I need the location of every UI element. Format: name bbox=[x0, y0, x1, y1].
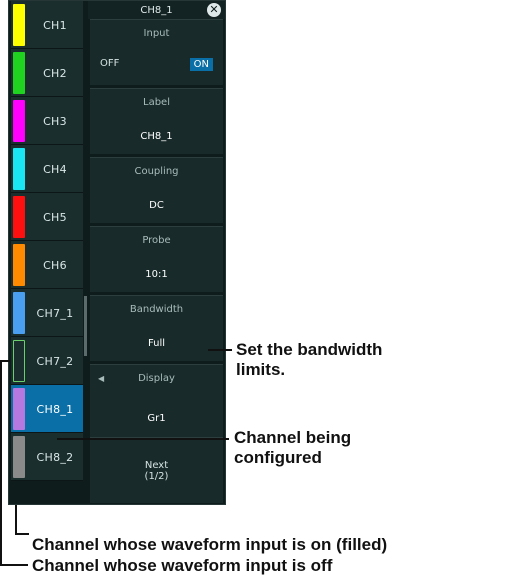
channel-list: CH1 CH2 CH3 CH4 CH5 CH6 CH7_1 CH7_2 CH8_… bbox=[9, 1, 87, 506]
input-field[interactable]: Input OFF ON bbox=[90, 19, 223, 85]
label-field-label: Label bbox=[143, 97, 170, 108]
color-swatch bbox=[13, 292, 25, 334]
channel-label: CH8_2 bbox=[36, 450, 74, 464]
color-swatch bbox=[13, 52, 25, 94]
channel-label: CH1 bbox=[43, 18, 67, 32]
channel-label: CH8_1 bbox=[36, 402, 74, 416]
input-off-leader-line bbox=[0, 360, 2, 566]
channel-config-panel: CH8_1 ✕ Input OFF ON Label CH8_1 Couplin… bbox=[88, 1, 225, 506]
channel-item-ch4[interactable]: CH4 bbox=[11, 145, 83, 193]
color-swatch bbox=[13, 148, 25, 190]
color-swatch bbox=[13, 436, 25, 478]
configured-callout: Channel being configured bbox=[234, 428, 351, 468]
channel-item-ch3[interactable]: CH3 bbox=[11, 97, 83, 145]
coupling-value: DC bbox=[149, 200, 164, 211]
panel-title-text: CH8_1 bbox=[140, 4, 173, 16]
channel-label: CH5 bbox=[43, 210, 67, 224]
channel-label: CH7_2 bbox=[36, 354, 74, 368]
channel-label: CH7_1 bbox=[36, 306, 74, 320]
close-icon[interactable]: ✕ bbox=[207, 3, 221, 17]
configured-leader-line bbox=[57, 438, 229, 440]
input-on-leader-line bbox=[15, 505, 17, 535]
bandwidth-callout-line2: limits. bbox=[236, 360, 286, 379]
color-swatch bbox=[13, 388, 25, 430]
channel-item-ch8-1[interactable]: CH8_1 bbox=[11, 385, 83, 433]
input-on-callout: Channel whose waveform input is on (fill… bbox=[32, 535, 388, 554]
channel-label: CH6 bbox=[43, 258, 67, 272]
channel-label: CH4 bbox=[43, 162, 67, 176]
display-value: Gr1 bbox=[147, 413, 166, 424]
input-on-option[interactable]: ON bbox=[189, 58, 213, 71]
input-off-leader-tick bbox=[0, 564, 28, 566]
channel-setup-screen: CH1 CH2 CH3 CH4 CH5 CH6 CH7_1 CH7_2 CH8_… bbox=[8, 0, 226, 505]
color-swatch bbox=[13, 100, 25, 142]
input-off-callout: Channel whose waveform input is off bbox=[32, 556, 333, 575]
configured-callout-line2: configured bbox=[234, 448, 322, 467]
panel-title: CH8_1 ✕ bbox=[88, 1, 225, 19]
input-label: Input bbox=[143, 28, 170, 39]
bandwidth-field[interactable]: Bandwidth Full bbox=[90, 295, 223, 361]
bandwidth-callout-line1: Set the bandwidth bbox=[236, 340, 383, 359]
channel-item-ch7-1[interactable]: CH7_1 bbox=[11, 289, 83, 337]
color-swatch bbox=[13, 4, 25, 46]
bandwidth-callout: Set the bandwidth limits. bbox=[236, 340, 382, 380]
channel-item-ch7-2[interactable]: CH7_2 bbox=[11, 337, 83, 385]
channel-item-ch1[interactable]: CH1 bbox=[11, 1, 83, 49]
channel-item-ch5[interactable]: CH5 bbox=[11, 193, 83, 241]
color-swatch-off bbox=[13, 340, 25, 382]
bandwidth-leader-line bbox=[208, 349, 232, 351]
label-field[interactable]: Label CH8_1 bbox=[90, 88, 223, 154]
next-label: Next bbox=[144, 459, 169, 471]
input-toggle[interactable]: OFF ON bbox=[100, 58, 213, 71]
channel-label: CH2 bbox=[43, 66, 67, 80]
color-swatch bbox=[13, 244, 25, 286]
channel-item-ch2[interactable]: CH2 bbox=[11, 49, 83, 97]
channel-item-ch8-2[interactable]: CH8_2 bbox=[11, 433, 83, 481]
probe-label: Probe bbox=[142, 235, 171, 246]
probe-value: 10:1 bbox=[145, 269, 168, 280]
display-field[interactable]: ◀ Display Gr1 bbox=[90, 364, 223, 437]
label-field-value: CH8_1 bbox=[140, 131, 173, 142]
channel-list-scrollbar[interactable] bbox=[84, 296, 87, 356]
configured-callout-line1: Channel being bbox=[234, 428, 352, 447]
display-label: Display bbox=[138, 373, 175, 384]
input-off-option[interactable]: OFF bbox=[100, 58, 119, 71]
channel-item-ch6[interactable]: CH6 bbox=[11, 241, 83, 289]
coupling-label: Coupling bbox=[134, 166, 179, 177]
color-swatch bbox=[13, 196, 25, 238]
probe-field[interactable]: Probe 10:1 bbox=[90, 226, 223, 292]
input-on-leader-tick bbox=[15, 533, 29, 535]
next-page-button[interactable]: Next (1/2) bbox=[90, 437, 223, 503]
bandwidth-label: Bandwidth bbox=[129, 304, 184, 315]
channel-label: CH3 bbox=[43, 114, 67, 128]
bandwidth-value: Full bbox=[147, 338, 166, 349]
coupling-field[interactable]: Coupling DC bbox=[90, 157, 223, 223]
next-page-count: (1/2) bbox=[144, 470, 169, 482]
